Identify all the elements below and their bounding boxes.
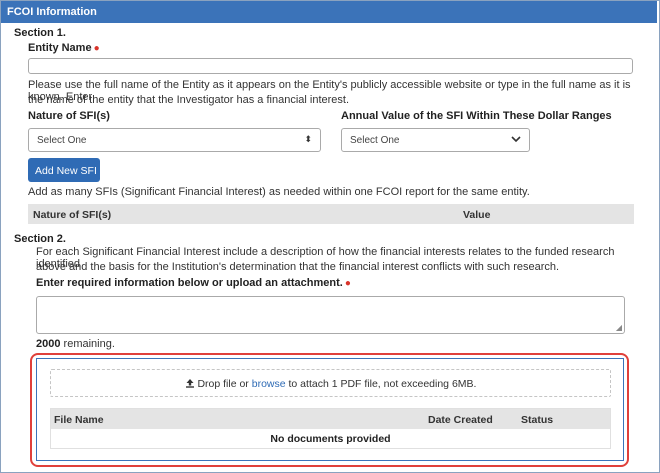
- required-info-label: Enter required information below or uplo…: [36, 277, 351, 289]
- add-new-sfi-button[interactable]: Add New SFI: [28, 158, 100, 182]
- updown-arrow-icon: ⬍: [304, 134, 312, 144]
- file-table-header: File Name Date Created Status: [51, 409, 610, 429]
- panel-header: FCOI Information: [1, 1, 657, 23]
- entity-name-label: Entity Name ●: [28, 42, 100, 54]
- add-sfi-help: Add as many SFIs (Significant Financial …: [28, 186, 530, 198]
- upload-icon: [185, 378, 198, 390]
- nature-sfi-select[interactable]: Select One ⬍: [28, 128, 321, 152]
- section2-desc-line2: above and the basis for the Institution'…: [36, 261, 560, 273]
- required-indicator: ●: [344, 278, 351, 289]
- section1-heading: Section 1.: [14, 27, 66, 39]
- column-header-status: Status: [521, 414, 554, 426]
- file-dropzone[interactable]: Drop file or browse to attach 1 PDF file…: [50, 369, 611, 397]
- description-textarea[interactable]: ◢: [36, 296, 625, 334]
- entity-help-line2: the name of the entity that the Investig…: [28, 94, 350, 106]
- chevron-down-icon: [511, 134, 521, 146]
- entity-name-input[interactable]: [28, 58, 633, 74]
- annual-value-select[interactable]: Select One: [341, 128, 530, 152]
- remaining-counter: 2000 remaining.: [36, 338, 115, 350]
- annual-value-select-value: Select One: [350, 135, 400, 146]
- drop-text-suffix: to attach 1 PDF file, not exceeding 6MB.: [285, 378, 477, 390]
- required-indicator: ●: [93, 43, 100, 54]
- resize-handle-icon[interactable]: ◢: [616, 323, 622, 332]
- nature-sfi-label: Nature of SFI(s): [28, 110, 110, 122]
- sfi-table-header: Nature of SFI(s) Value: [28, 204, 634, 224]
- section2-heading: Section 2.: [14, 233, 66, 245]
- column-header-date-created: Date Created: [428, 414, 493, 426]
- panel-title: FCOI Information: [7, 6, 97, 18]
- nature-sfi-select-value: Select One: [37, 135, 87, 146]
- file-table: File Name Date Created Status No documen…: [50, 408, 611, 449]
- browse-link[interactable]: browse: [252, 378, 286, 390]
- column-header-value: Value: [463, 209, 491, 221]
- annual-value-label: Annual Value of the SFI Within These Dol…: [341, 110, 612, 122]
- empty-documents-message: No documents provided: [270, 433, 391, 445]
- drop-text: Drop file or: [197, 378, 252, 390]
- column-header-nature: Nature of SFI(s): [33, 209, 112, 221]
- column-header-file-name: File Name: [54, 414, 104, 426]
